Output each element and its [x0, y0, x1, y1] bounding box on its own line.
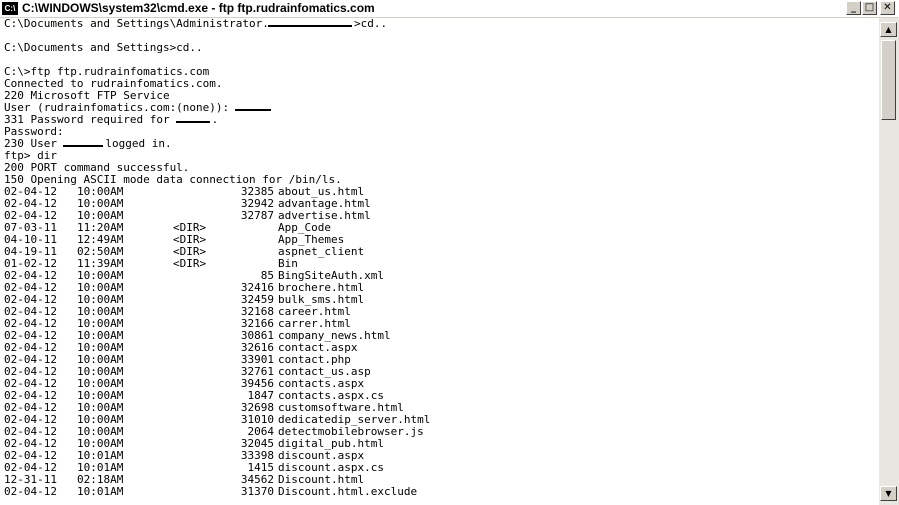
listing-row: 02-04-12 10:01AM 33398 discount.aspx — [0, 450, 879, 462]
listing-row: 04-10-11 12:49AM <DIR> App_Themes — [0, 234, 879, 246]
console-text: . — [211, 113, 219, 126]
listing-row: 01-02-12 11:39AM <DIR> Bin — [0, 258, 879, 270]
console-text: >cd.. — [354, 18, 388, 30]
listing-dir: <DIR> — [173, 257, 207, 270]
console-output[interactable]: C:\Documents and Settings\Administrator.… — [0, 18, 879, 505]
redacted-text — [268, 18, 352, 27]
listing-row: 02-04-12 10:00AM 39456 contacts.aspx — [0, 378, 879, 390]
title-bar[interactable]: C:\ C:\WINDOWS\system32\cmd.exe - ftp ft… — [0, 0, 899, 18]
listing-row: 07-03-11 11:20AM <DIR> App_Code — [0, 222, 879, 234]
console-line: 230 User logged in. — [0, 138, 879, 150]
listing-row: 02-04-12 10:00AM 32616 contact.aspx — [0, 342, 879, 354]
listing-row: 02-04-12 10:00AM 32045 digital_pub.html — [0, 438, 879, 450]
listing-row: 02-04-12 10:01AM 1415 discount.aspx.cs — [0, 462, 879, 474]
close-button[interactable]: ✕ — [880, 1, 895, 15]
listing-row: 02-04-12 10:00AM 32168 career.html — [0, 306, 879, 318]
listing-row: 02-04-12 10:01AM 31370 Discount.html.exclud… — [0, 486, 879, 498]
listing-size: 31370 — [240, 485, 274, 498]
listing-row: 02-04-12 10:00AM 32459 bulk_sms.html — [0, 294, 879, 306]
listing-row: 02-04-12 10:00AM 32787 advertise.html — [0, 210, 879, 222]
listing-name: Discount.html.exclude — [278, 485, 418, 498]
scroll-down-button[interactable]: ▼ — [880, 486, 897, 501]
listing-row: 02-04-12 10:00AM 32761 contact_us.asp — [0, 366, 879, 378]
listing-row: 02-04-12 10:00AM 32942 advantage.html — [0, 198, 879, 210]
console-text: C:\Documents and Settings>cd.. — [4, 41, 203, 54]
console-line: C:\Documents and Settings\Administrator.… — [0, 18, 879, 30]
vertical-scrollbar[interactable]: ▲ ▼ — [879, 18, 899, 505]
scroll-thumb[interactable] — [881, 40, 896, 120]
console-line: C:\Documents and Settings>cd.. — [0, 42, 879, 54]
redacted-text — [235, 102, 271, 111]
console-line: 150 Opening ASCII mode data connection f… — [0, 174, 879, 186]
listing-row: 02-04-12 10:00AM 30861 company_news.html — [0, 330, 879, 342]
listing-row: 02-04-12 10:00AM 31010 dedicatedip_server.h… — [0, 414, 879, 426]
redacted-text — [175, 114, 210, 123]
maximize-button[interactable]: □ — [862, 1, 877, 15]
listing-size: 32787 — [240, 209, 274, 222]
listing-row: 02-04-12 10:00AM 85 BingSiteAuth.xml — [0, 270, 879, 282]
console-text: C:\Documents and Settings\Administrator. — [4, 18, 269, 30]
listing-row: 02-04-12 10:00AM 32416 brochere.html — [0, 282, 879, 294]
listing-row: 02-04-12 10:00AM 1847 contacts.aspx.cs — [0, 390, 879, 402]
console-text: logged in. — [105, 137, 172, 150]
listing-row: 02-04-12 10:00AM 2064 detectmobilebrowser.j… — [0, 426, 879, 438]
minimize-button[interactable]: _ — [846, 1, 861, 15]
cmd-window: C:\ C:\WINDOWS\system32\cmd.exe - ftp ft… — [0, 0, 899, 505]
listing-time: 10:01AM — [77, 485, 124, 498]
scroll-up-button[interactable]: ▲ — [880, 22, 897, 37]
cmd-app-icon[interactable]: C:\ — [2, 2, 18, 15]
console-line: 331 Password required for . — [0, 114, 879, 126]
listing-row: 02-04-12 10:00AM 32698 customsoftware.html — [0, 402, 879, 414]
listing-date: 02-04-12 — [4, 485, 57, 498]
listing-row: 02-04-12 10:00AM 32385 about_us.html — [0, 186, 879, 198]
listing-row: 04-19-11 02:50AM <DIR> aspnet_client — [0, 246, 879, 258]
listing-row: 12-31-11 02:18AM 34562 Discount.html — [0, 474, 879, 486]
listing-row: 02-04-12 10:00AM 33901 contact.php — [0, 354, 879, 366]
redacted-text — [63, 138, 104, 147]
listing-row: 02-04-12 10:00AM 32166 carrer.html — [0, 318, 879, 330]
window-title: C:\WINDOWS\system32\cmd.exe - ftp ftp.ru… — [22, 1, 375, 15]
